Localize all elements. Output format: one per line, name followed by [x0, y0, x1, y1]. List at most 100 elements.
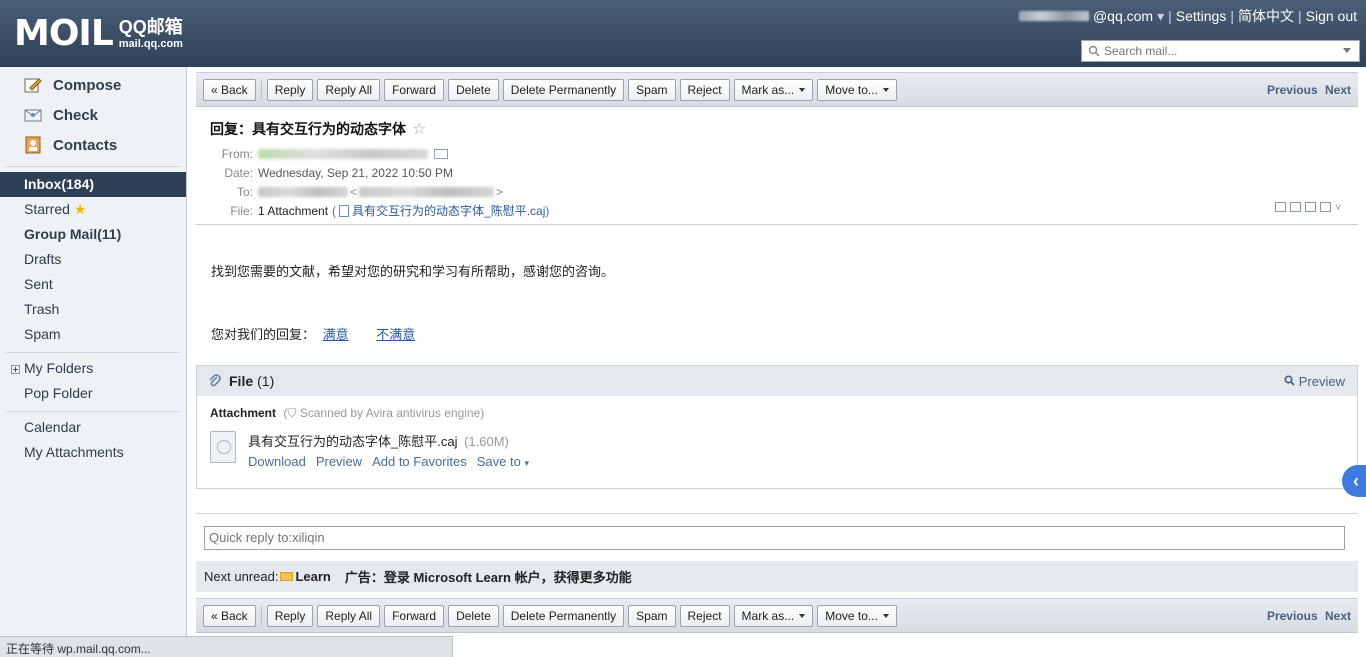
sidebar-item-starred[interactable]: Starred ★ — [0, 197, 186, 222]
message-meta: From: Date: Wednesday, Sep 21, 2022 10:5… — [210, 144, 1344, 220]
back-button[interactable]: « Back — [203, 78, 256, 101]
notes-icon[interactable] — [1290, 202, 1301, 212]
spam-button[interactable]: Spam — [628, 78, 676, 101]
back-button[interactable]: « Back — [203, 604, 256, 627]
add-to-favorites-link[interactable]: Add to Favorites — [372, 454, 467, 469]
new-window-icon[interactable] — [1275, 202, 1286, 212]
attachment-link[interactable]: 具有交互行为的动态字体_陈慰平.caj — [352, 202, 545, 219]
delete-permanently-button[interactable]: Delete Permanently — [502, 604, 625, 627]
mark-as-button[interactable]: Mark as... — [733, 604, 814, 627]
more-chevron-icon[interactable]: ˅ — [1335, 202, 1346, 214]
qqmail-logo[interactable]: MOIL QQ邮箱 mail.qq.com — [14, 16, 183, 52]
language-link[interactable]: 简体中文 — [1238, 6, 1294, 26]
reply-button[interactable]: Reply — [266, 78, 314, 101]
move-to-button[interactable]: Move to... — [817, 78, 897, 101]
attachments-panel: File (1) Preview Attachment (⛉ Scanned b… — [196, 365, 1358, 489]
top-header: MOIL QQ邮箱 mail.qq.com @qq.com ▾ | Settin… — [0, 0, 1366, 67]
sidebar-item-spam[interactable]: Spam — [0, 322, 186, 347]
logo-mark: MOIL — [14, 13, 114, 54]
sign-out-link[interactable]: Sign out — [1306, 8, 1357, 24]
reply-all-button[interactable]: Reply All — [317, 78, 381, 101]
star-icon[interactable]: ☆ — [412, 119, 426, 139]
move-to-label: Move to... — [825, 608, 878, 623]
toolbar-divider — [260, 605, 262, 626]
save-folder-icon[interactable] — [1305, 202, 1316, 212]
body-text: 找到您需要的文献，希望对您的研究和学习有所帮助，感谢您的咨询。 — [211, 264, 615, 279]
preview-link[interactable]: Preview — [316, 454, 362, 469]
next-link[interactable]: Next — [1325, 83, 1351, 97]
attachment-title: 具有交互行为的动态字体_陈慰平.caj (1.60M) — [248, 431, 529, 450]
settings-link[interactable]: Settings — [1176, 8, 1227, 24]
contacts-button[interactable]: Contacts — [0, 130, 186, 160]
mark-as-button[interactable]: Mark as... — [733, 78, 814, 101]
delete-permanently-button[interactable]: Delete Permanently — [502, 78, 625, 101]
prev-next-nav: Previous Next — [1263, 609, 1351, 623]
attachment-file-name[interactable]: 具有交互行为的动态字体_陈慰平.caj — [248, 434, 457, 449]
sidebar-item-sent[interactable]: Sent — [0, 272, 186, 297]
account-links: @qq.com ▾ | Settings | 简体中文 | Sign out — [1018, 6, 1357, 26]
collapse-panel-chevron-left-icon[interactable]: ‹ — [1342, 465, 1366, 497]
envelope-icon — [280, 572, 294, 581]
delete-button[interactable]: Delete — [448, 78, 499, 101]
print-icon[interactable] — [1320, 202, 1331, 212]
scan-note-text: Scanned by Avira antivirus engine — [299, 406, 481, 420]
previous-link[interactable]: Previous — [1267, 609, 1318, 623]
next-unread-label: Next unread: — [204, 569, 279, 584]
quick-reply — [196, 513, 1358, 561]
previous-link[interactable]: Previous — [1267, 83, 1318, 97]
email-close-bracket: > — [496, 184, 504, 199]
search-dropdown-icon[interactable] — [1343, 48, 1351, 53]
file-title: File — [229, 373, 254, 389]
save-to-label: Save to — [476, 454, 521, 469]
sidebar-item-drafts[interactable]: Drafts — [0, 247, 186, 272]
sidebar-item-calendar[interactable]: Calendar — [0, 415, 186, 440]
unsatisfied-link[interactable]: 不满意 — [376, 327, 415, 342]
search-box[interactable] — [1081, 40, 1360, 62]
check-mail-button[interactable]: Check — [0, 100, 186, 130]
toolbar-divider — [260, 79, 262, 100]
message-header: 回复：具有交互行为的动态字体 ☆ From: Date: Wednesday, … — [196, 107, 1358, 225]
download-link[interactable]: Download — [248, 454, 306, 469]
compose-button[interactable]: Compose — [0, 70, 186, 100]
satisfied-link[interactable]: 满意 — [323, 327, 349, 342]
star-icon: ★ — [73, 201, 87, 217]
expand-icon[interactable] — [11, 364, 20, 374]
sidebar-item-my-attachments[interactable]: My Attachments — [0, 440, 186, 465]
attachments-body: Attachment (⛉ Scanned by Avira antivirus… — [197, 396, 1357, 488]
sidebar-item-inbox[interactable]: Inbox(184) — [0, 172, 186, 197]
spam-button[interactable]: Spam — [628, 604, 676, 627]
sidebar-item-pop-folder[interactable]: Pop Folder — [0, 381, 186, 406]
account-dropdown-icon[interactable]: ▾ — [1157, 8, 1164, 25]
starred-label: Starred — [24, 201, 70, 217]
reply-all-button[interactable]: Reply All — [317, 604, 381, 627]
search-input[interactable] — [1104, 44, 1344, 58]
preview-all-link[interactable]: Preview — [1284, 374, 1345, 389]
file-count: (1) — [257, 373, 275, 389]
reject-button[interactable]: Reject — [679, 78, 730, 101]
sidebar-item-group-mail[interactable]: Group Mail(11) — [0, 222, 186, 247]
feedback-prompt: 您对我们的回复： — [211, 327, 316, 342]
contact-card-icon[interactable] — [434, 148, 448, 159]
message-body: 找到您需要的文献，希望对您的研究和学习有所帮助，感谢您的咨询。 您对我们的回复：… — [196, 225, 1358, 365]
save-to-link[interactable]: Save to ▾ — [477, 454, 529, 469]
sidebar-item-my-folders[interactable]: My Folders — [0, 356, 186, 381]
scan-note: (⛉ Scanned by Avira antivirus engine) — [283, 406, 485, 420]
forward-button[interactable]: Forward — [384, 604, 445, 627]
caj-file-icon[interactable] — [210, 431, 236, 463]
quick-reply-input[interactable] — [204, 526, 1345, 550]
sidebar-item-trash[interactable]: Trash — [0, 297, 186, 322]
reply-button[interactable]: Reply — [266, 604, 314, 627]
recipient-redacted[interactable] — [258, 186, 348, 197]
sender-redacted[interactable] — [258, 148, 428, 159]
logo-title: QQ邮箱 — [118, 16, 183, 37]
move-to-button[interactable]: Move to... — [817, 604, 897, 627]
reject-button[interactable]: Reject — [679, 604, 730, 627]
account-suffix[interactable]: @qq.com — [1093, 8, 1153, 24]
forward-button[interactable]: Forward — [384, 78, 445, 101]
delete-button[interactable]: Delete — [448, 604, 499, 627]
feedback-line: 您对我们的回复： 满意 不满意 — [211, 324, 1343, 343]
ad-text[interactable]: 广告：登录 Microsoft Learn 帐户，获得更多功能 — [345, 567, 632, 586]
next-unread-subject[interactable]: Learn — [295, 569, 330, 584]
next-link[interactable]: Next — [1325, 609, 1351, 623]
sidebar-divider — [6, 411, 180, 412]
